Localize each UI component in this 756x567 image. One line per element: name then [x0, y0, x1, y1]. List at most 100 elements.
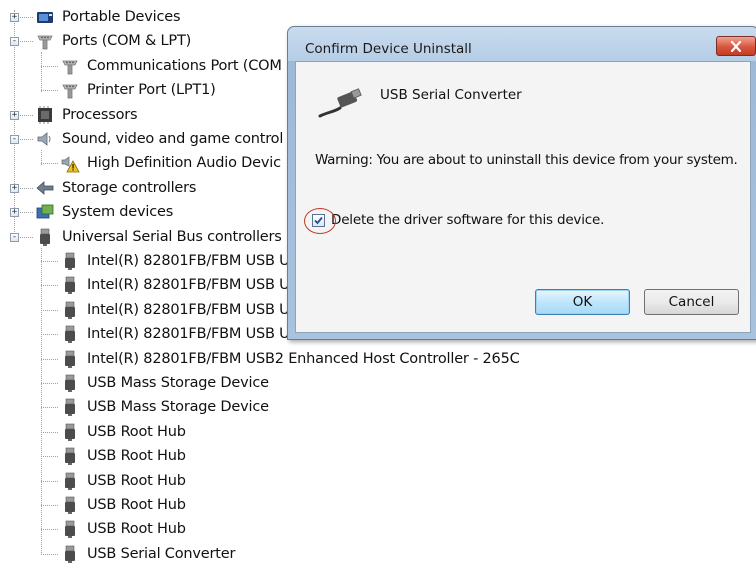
speaker-icon [35, 129, 55, 149]
tree-guide-line [41, 456, 58, 458]
tree-item[interactable]: USB Root Hub [60, 444, 186, 468]
tree-item-label: Intel(R) 82801FB/FBM USB U [87, 253, 290, 269]
tree-item[interactable]: Intel(R) 82801FB/FBM USB U [60, 273, 290, 297]
usb-icon [60, 544, 80, 564]
confirm-uninstall-dialog: Confirm Device Uninstall USB Serial Conv… [287, 26, 756, 340]
usb-icon [60, 471, 80, 491]
tree-item-label: USB Root Hub [87, 423, 186, 440]
portable-device-icon [35, 7, 55, 27]
tree-item-label: Sound, video and game control [62, 131, 284, 147]
tree-item-label: USB Root Hub [87, 472, 186, 489]
port-icon [60, 56, 80, 76]
usb-icon [60, 324, 80, 344]
tree-item[interactable]: Printer Port (LPT1) [60, 78, 216, 102]
tree-item[interactable]: USB Root Hub [60, 493, 186, 517]
tree-guide-line [41, 309, 58, 311]
storage-icon [35, 178, 55, 198]
collapse-icon[interactable]: - [10, 232, 19, 242]
tree-item-label: Communications Port (COM [87, 57, 282, 74]
device-name: USB Serial Converter [380, 87, 522, 103]
tree-item-label: USB Root Hub [87, 448, 186, 465]
collapse-icon[interactable]: - [10, 135, 19, 144]
tree-item-label: High Definition Audio Devic [87, 155, 281, 172]
tree-guide-line [41, 407, 58, 409]
system-device-icon [35, 202, 55, 222]
usb-icon [60, 300, 80, 320]
tree-item[interactable]: Storage controllers [35, 176, 196, 200]
tree-item[interactable]: Sound, video and game control [35, 127, 283, 151]
tree-item[interactable]: Portable Devices [35, 5, 181, 29]
tree-item-label: Portable Devices [62, 9, 181, 25]
cancel-button[interactable]: Cancel [644, 289, 739, 315]
usb-icon [60, 495, 80, 515]
tree-item[interactable]: Universal Serial Bus controllers [35, 225, 282, 249]
expand-icon[interactable]: + [10, 208, 19, 218]
tree-item-label: Storage controllers [62, 179, 197, 196]
tree-item[interactable]: Intel(R) 82801FB/FBM USB U [60, 298, 290, 322]
close-button[interactable] [716, 36, 756, 56]
tree-item[interactable]: USB Mass Storage Device [60, 371, 269, 395]
tree-item-label: Ports (COM & LPT) [62, 33, 192, 50]
usb-icon [60, 251, 80, 271]
usb-icon [35, 227, 55, 247]
tree-guide-line [41, 248, 42, 555]
tree-guide-line [41, 334, 58, 336]
usb-icon [60, 349, 80, 369]
tree-guide-line [41, 285, 58, 287]
processor-icon [35, 105, 55, 125]
delete-driver-checkbox[interactable] [304, 207, 336, 234]
tree-item-label: USB Serial Converter [87, 545, 236, 562]
tree-guide-line [41, 431, 58, 433]
expand-icon[interactable]: + [10, 183, 19, 193]
tree-item-label: System devices [62, 204, 174, 221]
tree-item[interactable]: Intel(R) 82801FB/FBM USB U [60, 249, 290, 273]
tree-item[interactable]: USB Serial Converter [60, 542, 235, 566]
tree-guide-line [41, 163, 58, 165]
tree-item-label: Printer Port (LPT1) [87, 82, 216, 99]
tree-item[interactable]: Communications Port (COM [60, 54, 282, 78]
usb-icon [60, 519, 80, 539]
usb-icon [60, 397, 80, 417]
tree-item[interactable]: Ports (COM & LPT) [35, 29, 191, 53]
audio-warning-icon [60, 153, 80, 173]
tree-guide-line [41, 90, 58, 92]
close-icon [730, 40, 742, 52]
tree-item-label: Processors [62, 106, 138, 123]
tree-item-label: USB Root Hub [87, 497, 186, 513]
tree-item[interactable]: Intel(R) 82801FB/FBM USB U [60, 322, 290, 346]
delete-driver-option[interactable]: Delete the driver software for this devi… [304, 207, 604, 234]
tree-guide-line [41, 358, 58, 360]
tree-item[interactable]: Intel(R) 82801FB/FBM USB2 Enhanced Host … [60, 347, 520, 371]
tree-item-label: Intel(R) 82801FB/FBM USB U [87, 277, 290, 294]
tree-guide-line [41, 261, 58, 262]
tree-item[interactable]: High Definition Audio Devic [60, 151, 281, 175]
tree-item-label: Intel(R) 82801FB/FBM USB2 Enhanced Host … [87, 350, 520, 367]
tree-item-label: Universal Serial Bus controllers [62, 228, 282, 245]
tree-item-label: Intel(R) 82801FB/FBM USB U [87, 326, 290, 343]
dialog-title: Confirm Device Uninstall [305, 41, 472, 57]
tree-item[interactable]: USB Root Hub [60, 517, 186, 541]
tree-item[interactable]: USB Root Hub [60, 469, 186, 493]
tree-guide-line [41, 529, 58, 531]
tree-guide-line [41, 480, 58, 482]
tree-guide-line [41, 505, 58, 506]
usb-icon [60, 422, 80, 442]
tree-guide-line [41, 65, 58, 67]
usb-icon [60, 446, 80, 466]
tree-item[interactable]: USB Root Hub [60, 420, 186, 444]
tree-item[interactable]: USB Mass Storage Device [60, 395, 269, 419]
usb-plug-icon [318, 88, 362, 118]
collapse-icon[interactable]: - [10, 37, 19, 47]
port-icon [60, 80, 80, 100]
highlight-circle [304, 207, 336, 234]
tree-item[interactable]: Processors [35, 103, 138, 127]
ok-button[interactable]: OK [535, 289, 630, 315]
tree-item-label: USB Mass Storage Device [87, 399, 269, 416]
usb-icon [60, 373, 80, 393]
tree-guide-line [41, 383, 58, 384]
expand-icon[interactable]: + [10, 110, 19, 120]
tree-guide-line [41, 553, 58, 555]
tree-item[interactable]: System devices [35, 200, 173, 224]
warning-text: Warning: You are about to uninstall this… [315, 152, 738, 168]
expand-icon[interactable]: + [10, 13, 19, 22]
